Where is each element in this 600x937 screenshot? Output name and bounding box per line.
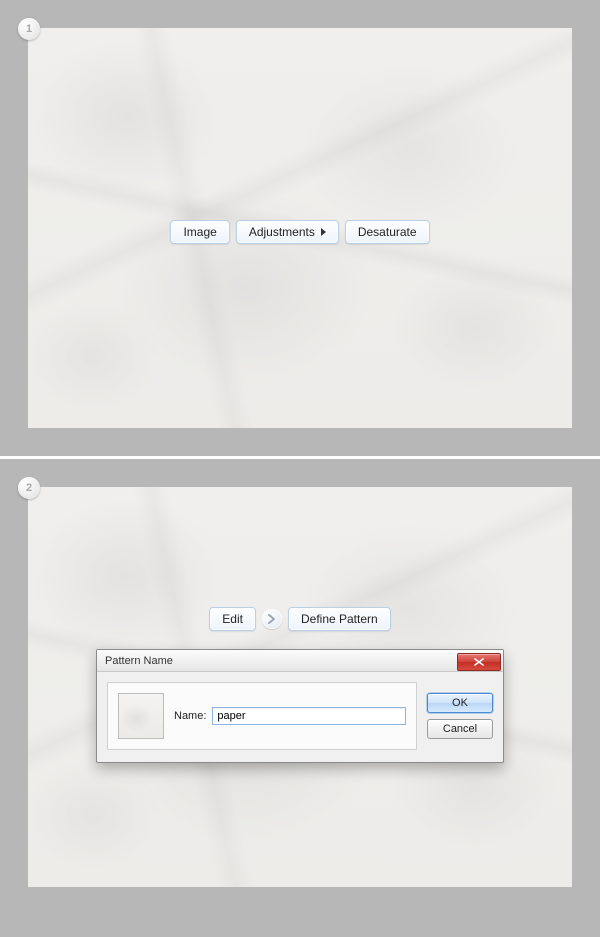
menu-image-label: Image (183, 225, 216, 239)
paper-texture-canvas: Image Adjustments Desaturate (28, 28, 572, 428)
close-icon (474, 658, 484, 666)
dialog-title: Pattern Name (105, 655, 173, 667)
close-button[interactable] (457, 653, 501, 671)
step-1-frame: 1 Image Adjustments Desaturate (0, 0, 600, 456)
menu-desaturate[interactable]: Desaturate (345, 220, 430, 244)
menu-edit[interactable]: Edit (209, 607, 256, 631)
cancel-button-label: Cancel (443, 723, 477, 735)
step-badge-2: 2 (18, 477, 40, 499)
submenu-arrow-icon (321, 228, 326, 236)
pattern-name-dialog: Pattern Name Name: OK (96, 649, 504, 763)
menu-breadcrumb: Image Adjustments Desaturate (28, 220, 572, 244)
pattern-name-input[interactable] (212, 707, 406, 725)
step-2-frame: 2 Edit Define Pattern Pattern Name (0, 456, 600, 915)
paper-texture-canvas: Edit Define Pattern Pattern Name (28, 487, 572, 887)
step-badge-1: 1 (18, 18, 40, 40)
dialog-body: Name: OK Cancel (97, 672, 503, 762)
menu-define-pattern-label: Define Pattern (301, 612, 378, 626)
breadcrumb-separator (262, 609, 282, 629)
dialog-titlebar[interactable]: Pattern Name (97, 650, 503, 672)
menu-define-pattern[interactable]: Define Pattern (288, 607, 391, 631)
menu-breadcrumb: Edit Define Pattern (28, 607, 572, 631)
menu-edit-label: Edit (222, 612, 243, 626)
name-label: Name: (174, 710, 206, 722)
menu-adjustments-label: Adjustments (249, 225, 315, 239)
chevron-right-icon (268, 614, 276, 624)
dialog-inner: Name: (107, 682, 417, 750)
menu-adjustments[interactable]: Adjustments (236, 220, 339, 244)
cancel-button[interactable]: Cancel (427, 719, 493, 739)
menu-image[interactable]: Image (170, 220, 229, 244)
ok-button[interactable]: OK (427, 693, 493, 713)
name-field-row: Name: (174, 707, 406, 725)
pattern-thumbnail (118, 693, 164, 739)
dialog-button-column: OK Cancel (427, 693, 493, 739)
ok-button-label: OK (452, 697, 468, 709)
menu-desaturate-label: Desaturate (358, 225, 417, 239)
